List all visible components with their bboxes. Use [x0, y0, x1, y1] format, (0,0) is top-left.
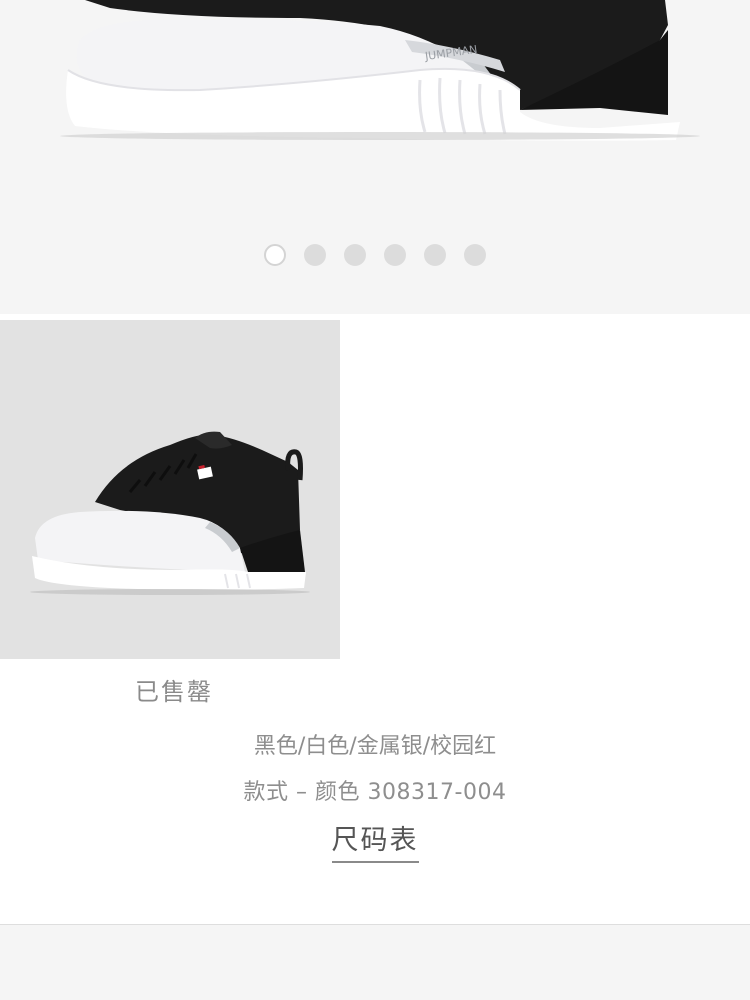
carousel-pagination	[0, 243, 750, 267]
size-chart-link[interactable]: 尺码表	[331, 818, 419, 863]
style-color-code: 款式 – 颜色 308317-004	[243, 780, 507, 805]
size-chart-container: 尺码表	[0, 818, 750, 863]
product-page: JUMPMAN 已售罄 黑色/白色/金属银/校园红 款式 – 颜色 308317…	[0, 0, 750, 1000]
bottom-section	[0, 925, 750, 1000]
product-image-carousel[interactable]: JUMPMAN	[0, 0, 750, 314]
carousel-dot-1[interactable]	[264, 244, 286, 266]
carousel-dot-3[interactable]	[344, 244, 366, 266]
thumbnail-shoe-image	[30, 431, 310, 595]
carousel-dot-4[interactable]	[384, 244, 406, 266]
carousel-dot-6[interactable]	[464, 244, 486, 266]
carousel-dot-5[interactable]	[424, 244, 446, 266]
sold-out-label: 已售罄	[135, 678, 213, 706]
carousel-dot-2[interactable]	[304, 244, 326, 266]
colorway-description: 黑色/白色/金属银/校园红	[253, 734, 497, 759]
colorway-thumbnail[interactable]	[0, 320, 340, 659]
